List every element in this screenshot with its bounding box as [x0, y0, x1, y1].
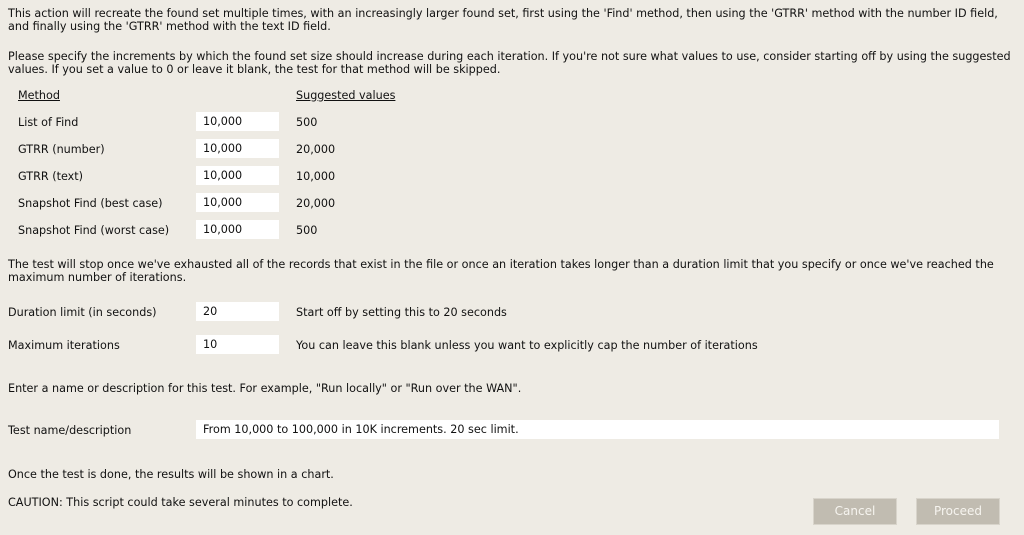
- suggested-values-column-header: Suggested values: [296, 89, 396, 102]
- cancel-button[interactable]: Cancel: [813, 498, 897, 525]
- result-note-text: Once the test is done, the results will …: [8, 468, 334, 481]
- gtrr-number-increment-input[interactable]: [196, 139, 279, 158]
- intro-text: This action will recreate the found set …: [8, 7, 998, 33]
- max-iterations-hint: You can leave this blank unless you want…: [296, 339, 758, 352]
- gtrr-text-increment-input[interactable]: [196, 166, 279, 185]
- suggested-value: 10,000: [296, 170, 336, 183]
- test-name-input[interactable]: [196, 420, 999, 439]
- method-label: GTRR (number): [18, 143, 105, 156]
- suggested-value: 20,000: [296, 197, 336, 210]
- duration-limit-label: Duration limit (in seconds): [8, 306, 157, 319]
- method-label: List of Find: [18, 116, 79, 129]
- snapshot-best-increment-input[interactable]: [196, 193, 279, 212]
- name-prompt-text: Enter a name or description for this tes…: [8, 382, 522, 395]
- max-iterations-input[interactable]: [196, 335, 279, 354]
- method-label: Snapshot Find (best case): [18, 197, 163, 210]
- suggested-value: 500: [296, 116, 318, 129]
- duration-limit-input[interactable]: [196, 302, 279, 321]
- suggested-value: 20,000: [296, 143, 336, 156]
- suggested-value: 500: [296, 224, 318, 237]
- increments-instructions: Please specify the increments by which t…: [8, 50, 1011, 76]
- test-name-label: Test name/description: [8, 424, 132, 437]
- method-label: GTRR (text): [18, 170, 84, 183]
- snapshot-worst-increment-input[interactable]: [196, 220, 279, 239]
- stop-condition-text: The test will stop once we've exhausted …: [8, 258, 994, 284]
- proceed-button[interactable]: Proceed: [916, 498, 1000, 525]
- method-column-header: Method: [18, 89, 60, 102]
- method-label: Snapshot Find (worst case): [18, 224, 170, 237]
- duration-limit-hint: Start off by setting this to 20 seconds: [296, 306, 507, 319]
- max-iterations-label: Maximum iterations: [8, 339, 120, 352]
- list-of-find-increment-input[interactable]: [196, 112, 279, 131]
